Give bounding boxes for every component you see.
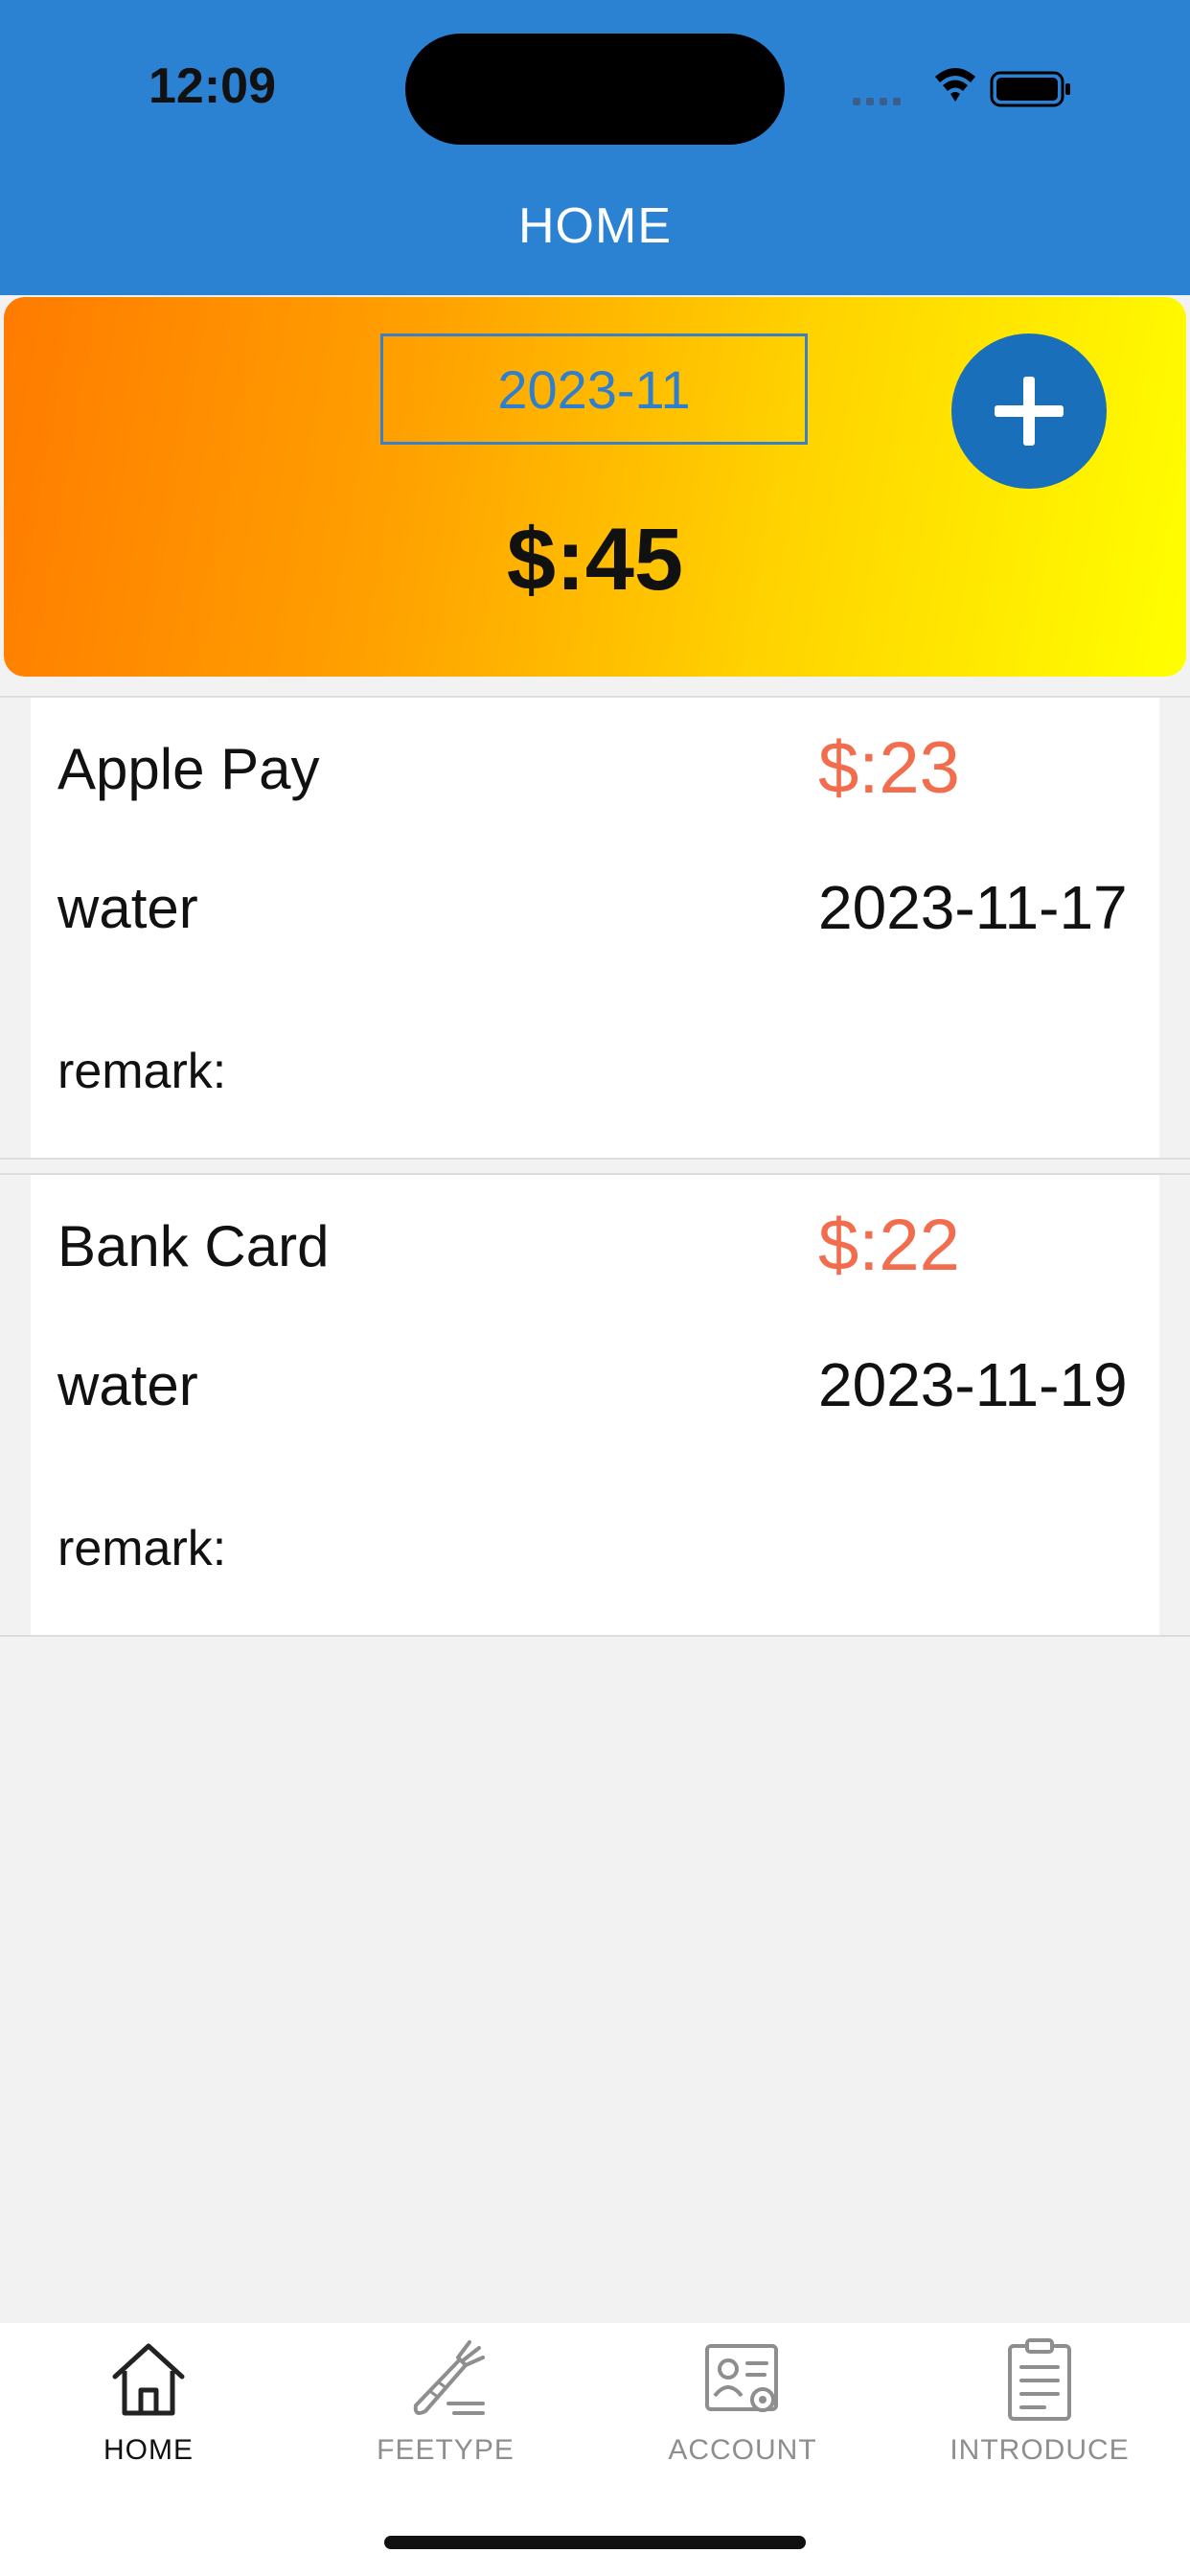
add-record-button[interactable] [951, 334, 1107, 489]
tab-feetype-label: FEETYPE [377, 2434, 515, 2466]
tab-bar: HOME FEETYPE ACCOUNT INTRODUCE [0, 2323, 1190, 2576]
home-indicator[interactable] [384, 2536, 806, 2549]
record-account: Apple Pay [57, 737, 320, 801]
record-card[interactable]: Bank Card $:22 water 2023-11-19 remark: [0, 1173, 1190, 1637]
status-time: 12:09 [149, 58, 276, 114]
battery-icon [990, 71, 1070, 107]
record-card[interactable]: Apple Pay $:23 water 2023-11-17 remark: [0, 696, 1190, 1160]
tab-home[interactable]: HOME [0, 2336, 297, 2480]
summary-card: 2023-11 $:45 [4, 297, 1186, 677]
tab-introduce-label: INTRODUCE [950, 2434, 1130, 2466]
header-bar: 12:09 HOME [0, 0, 1190, 295]
record-remark: remark: [57, 1044, 227, 1099]
dynamic-island [405, 34, 785, 145]
record-date: 2023-11-17 [818, 873, 1128, 942]
page-title: HOME [518, 198, 672, 254]
record-remark: remark: [57, 1521, 227, 1576]
carrot-icon [413, 2340, 485, 2415]
record-date: 2023-11-19 [818, 1350, 1128, 1419]
record-type: water [57, 876, 198, 940]
record-type: water [57, 1353, 198, 1417]
record-content: Bank Card $:22 water 2023-11-19 remark: [31, 1175, 1159, 1635]
account-card-icon [705, 2344, 778, 2412]
status-icons [853, 68, 1070, 107]
record-amount: $:22 [818, 1205, 960, 1286]
clipboard-icon [1008, 2338, 1071, 2421]
tab-account[interactable]: ACCOUNT [594, 2336, 891, 2480]
record-amount: $:23 [818, 727, 960, 809]
month-picker[interactable]: 2023-11 [380, 334, 808, 445]
tab-account-label: ACCOUNT [668, 2434, 817, 2466]
total-amount: $:45 [506, 511, 684, 609]
record-content: Apple Pay $:23 water 2023-11-17 remark: [31, 698, 1159, 1158]
wifi-icon [935, 68, 975, 102]
tab-introduce[interactable]: INTRODUCE [891, 2336, 1188, 2480]
record-account: Bank Card [57, 1214, 330, 1278]
tab-feetype[interactable]: FEETYPE [297, 2336, 594, 2480]
cellular-icon [853, 98, 901, 105]
house-icon [112, 2343, 185, 2416]
tab-home-label: HOME [103, 2434, 194, 2466]
